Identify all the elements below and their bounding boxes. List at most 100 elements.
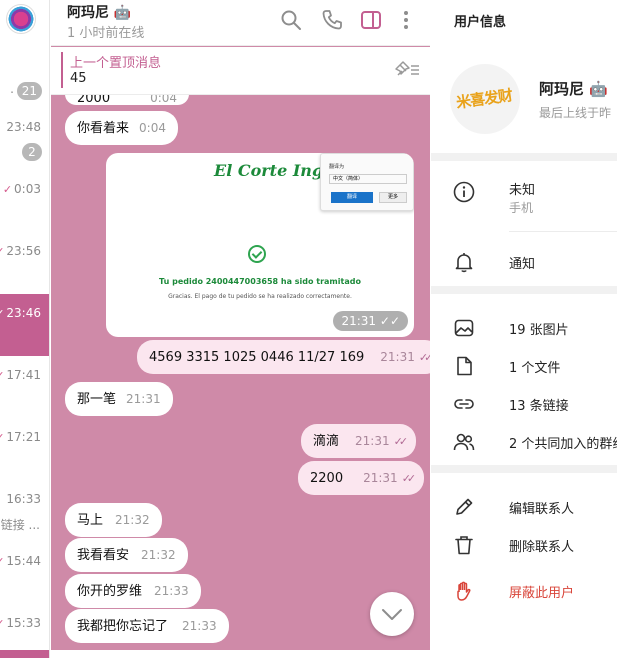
profile-avatar[interactable]: [6, 4, 36, 34]
block-user-row[interactable]: 屏蔽此用户: [431, 576, 617, 604]
user-avatar[interactable]: 米喜发财: [450, 64, 520, 134]
list-bottom-highlight: [0, 650, 49, 658]
chat-list-item[interactable]: ✓17:41: [0, 356, 49, 418]
info-icon: [453, 181, 475, 203]
search-icon[interactable]: [280, 9, 302, 31]
message-text: 你开的罗维: [77, 584, 143, 599]
message-text: 2200: [310, 471, 344, 486]
media-files-row[interactable]: 1 个文件: [431, 351, 617, 379]
user-name: 阿玛尼 🤖: [539, 78, 608, 99]
chat-list-panel: . 21 23:48 2 ✓0:03 ✓23:56 ✓23:46 ✓17:41 …: [0, 0, 50, 658]
delete-contact-label: 删除联系人: [509, 540, 575, 555]
sidebar-toggle-icon[interactable]: [360, 9, 382, 31]
links-count: 13 条链接: [509, 399, 569, 414]
more-options-icon[interactable]: [395, 9, 417, 31]
payment-confirmation-text: Gracias. El pago de tu pedido se ha real…: [168, 293, 352, 300]
chevron-down-icon: [382, 609, 402, 620]
media-photos-row[interactable]: 19 张图片: [431, 313, 617, 341]
contact-emoji-icon: 🤖: [113, 5, 132, 21]
chat-header[interactable]: 阿玛尼 🤖 1 小时前在线: [51, 0, 430, 46]
pinned-list-icon[interactable]: [394, 59, 420, 79]
success-check-icon: [248, 245, 266, 263]
online-status: 1 小时前在线: [67, 26, 145, 41]
hand-stop-icon: [457, 581, 471, 601]
double-check-icon: ✓✓: [379, 314, 400, 328]
message-bubble[interactable]: 你开的罗维 21:33: [65, 574, 201, 608]
chat-list-item[interactable]: ✓17:21: [0, 418, 49, 480]
phone-row[interactable]: 未知 手机: [431, 177, 617, 227]
read-check-icon: ✓: [0, 369, 4, 382]
chat-list-item[interactable]: ✓15:44: [0, 542, 49, 604]
read-check-icon: ✓: [0, 307, 4, 320]
message-bubble[interactable]: 滴滴 21:31 ✓✓: [301, 424, 417, 458]
block-user-label: 屏蔽此用户: [509, 586, 575, 601]
row-divider: [509, 231, 617, 232]
message-text: 滴滴: [313, 434, 340, 449]
pencil-icon: [456, 498, 473, 515]
phone-icon[interactable]: [321, 9, 343, 31]
composer-edge: [51, 650, 430, 658]
message-bubble[interactable]: 你看着来 0:04: [65, 111, 178, 145]
order-confirmation-text: Tu pedido 2400447003658 ha sido tramitad…: [159, 277, 361, 286]
media-links-row[interactable]: 13 条链接: [431, 389, 617, 417]
notifications-label: 通知: [509, 257, 536, 272]
user-name-text: 阿玛尼: [539, 80, 585, 98]
groups-count: 2 个共同加入的群组: [509, 437, 617, 452]
chat-time: 23:56: [6, 244, 41, 258]
message-bubble[interactable]: 2200 21:31 ✓✓: [298, 461, 425, 495]
message-text: 4569 3315 1025 0446 11/27 169: [149, 350, 365, 365]
popup-translate-button: 翻译: [331, 192, 373, 203]
contact-name: 阿玛尼: [67, 5, 109, 21]
popup-language: 中文（简体）: [329, 174, 407, 184]
translate-popup: 翻译为 中文（简体） 翻译 更多: [320, 153, 414, 211]
panel-title: 用户信息: [454, 15, 507, 30]
chat-snippet: 链接 ...: [0, 518, 40, 532]
file-icon: [457, 356, 472, 376]
message-bubble[interactable]: 那一笔 21:31: [65, 382, 173, 416]
chat-time: 16:33: [6, 492, 41, 506]
chat-list-item[interactable]: 16:33 链接 ...: [0, 480, 49, 542]
phone-type: 手机: [509, 201, 534, 215]
message-text: 马上: [77, 513, 104, 528]
message-list[interactable]: 2000 0:04 你看着来 0:04 El Corte Inglés 翻译为 中文…: [51, 95, 430, 658]
popup-more-button: 更多: [379, 192, 407, 203]
message-bubble[interactable]: 2000 0:04: [65, 95, 190, 106]
message-time: 21:31: [355, 434, 390, 448]
telegram-window: . 21 23:48 2 ✓0:03 ✓23:56 ✓23:46 ✓17:41 …: [0, 0, 617, 658]
message-bubble[interactable]: 我看看安 21:32: [65, 538, 188, 572]
phone-value: 未知: [509, 183, 536, 198]
chat-snippet: .: [10, 82, 14, 96]
files-count: 1 个文件: [509, 361, 561, 376]
chat-time: 0:03: [14, 182, 41, 196]
message-time: 21:33: [154, 584, 189, 598]
bell-icon: [455, 253, 473, 273]
chat-list-item[interactable]: ✓ 0:03: [0, 170, 49, 232]
chat-title[interactable]: 阿玛尼 🤖: [67, 2, 131, 22]
message-time: 21:32: [141, 548, 176, 562]
chat-list-item-active[interactable]: ✓23:46: [0, 294, 49, 356]
double-check-icon: ✓✓: [401, 472, 417, 485]
chat-time: 15:33: [6, 616, 41, 630]
chat-time: 15:44: [6, 554, 41, 568]
user-info-panel: 用户信息 米喜发财 阿玛尼 🤖 最后上线于昨 未知 手机 通知 19 张图片 1…: [431, 0, 617, 658]
image-message[interactable]: El Corte Inglés 翻译为 中文（简体） 翻译 更多 Tu pedi…: [106, 153, 414, 337]
message-time: 0:04: [150, 95, 178, 105]
notifications-row[interactable]: 通知: [431, 247, 617, 275]
last-seen: 最后上线于昨: [539, 106, 612, 120]
chat-time: 17:41: [6, 368, 41, 382]
message-bubble[interactable]: 4569 3315 1025 0446 11/27 169 21:31 ✓✓: [137, 340, 430, 374]
avatar-logo-text: 米喜发财: [455, 86, 514, 112]
chat-list-item[interactable]: ✓23:56: [0, 232, 49, 294]
chat-time: 23:48: [6, 120, 41, 134]
edit-contact-row[interactable]: 编辑联系人: [431, 492, 617, 520]
message-time: 21:31: [363, 471, 398, 485]
message-bubble[interactable]: 马上 21:32: [65, 503, 162, 537]
message-bubble[interactable]: 我都把你忘记了 21:33: [65, 609, 229, 643]
delete-contact-row[interactable]: 删除联系人: [431, 530, 617, 558]
message-text: 2000: [77, 95, 111, 106]
common-groups-row[interactable]: 2 个共同加入的群组: [431, 427, 617, 455]
scroll-to-bottom-button[interactable]: [370, 592, 414, 636]
chat-list-item[interactable]: 23:48 2: [0, 108, 49, 170]
pinned-message-bar[interactable]: 上一个置顶消息 45: [51, 47, 430, 95]
pinned-indicator: [61, 52, 63, 88]
